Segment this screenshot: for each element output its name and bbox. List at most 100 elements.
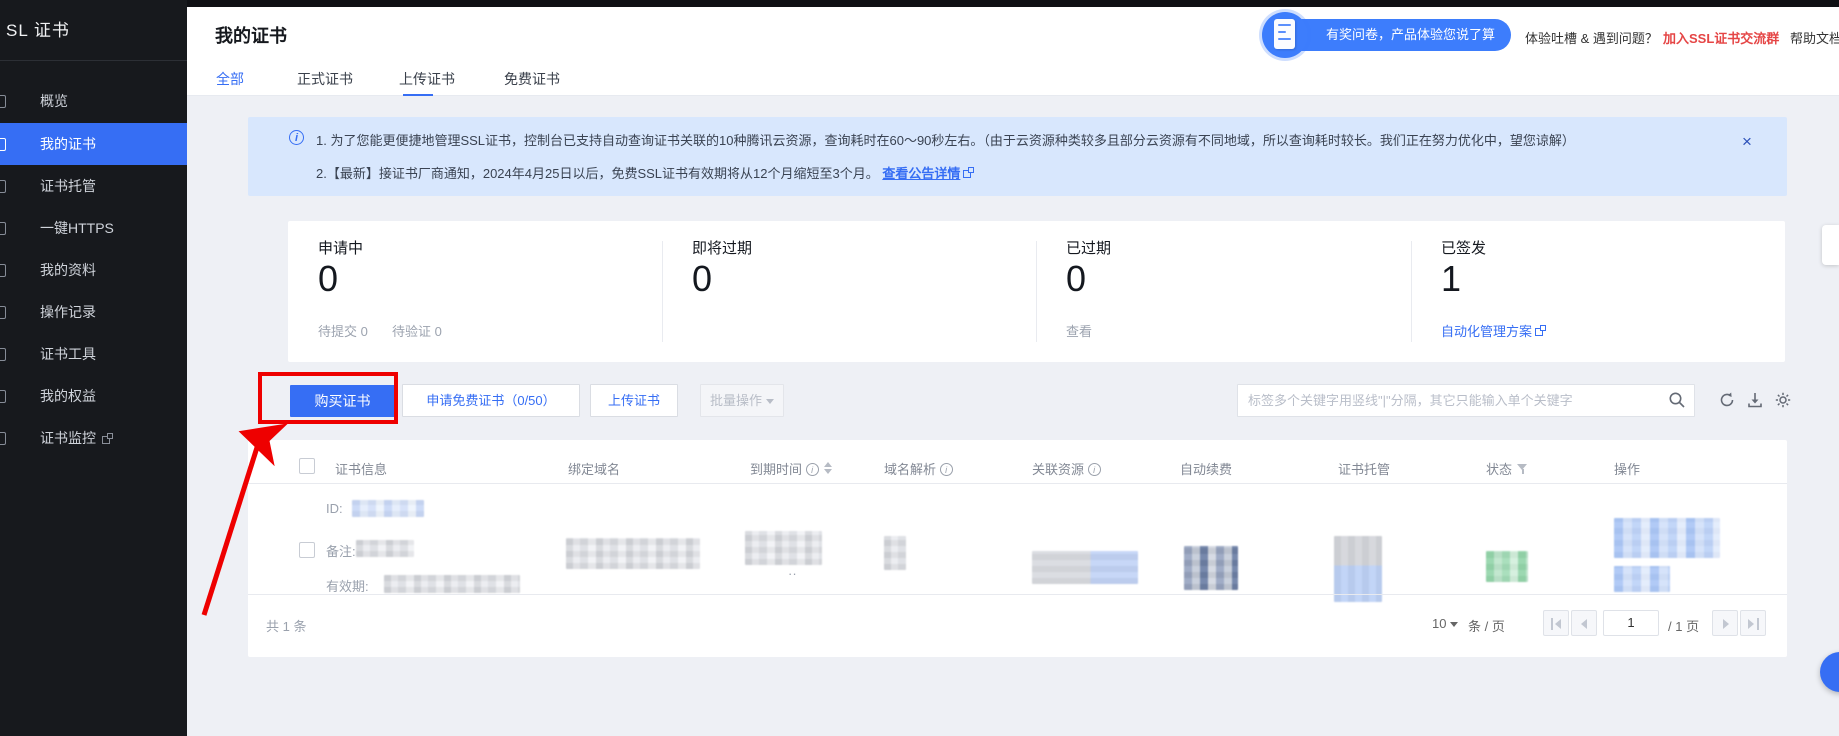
sort-icon[interactable] <box>824 462 832 474</box>
survey-button[interactable]: 有奖问卷，产品体验您说了算 <box>1284 19 1511 51</box>
join-group-link[interactable]: 加入SSL证书交流群 <box>1663 28 1779 47</box>
sidebar-item-my-certificates[interactable]: 我的证书 <box>0 123 187 165</box>
redacted-bound-domain <box>566 538 700 569</box>
download-icon[interactable] <box>1746 391 1764 409</box>
sidebar-item-label: 概览 <box>40 91 68 111</box>
benefits-icon <box>0 390 6 403</box>
sidebar-item-label: 我的权益 <box>40 386 96 406</box>
tab-free-certificates[interactable]: 免费证书 <box>504 69 560 89</box>
external-link-icon <box>102 433 113 444</box>
row-remark-label: 备注: <box>326 541 356 560</box>
stat-value-issued: 1 <box>1441 258 1461 300</box>
filter-funnel-icon[interactable] <box>1517 463 1528 474</box>
sidebar-item-cert-monitor[interactable]: 证书监控 <box>0 417 187 459</box>
announcement-link[interactable]: 查看公告详情 <box>882 166 960 181</box>
redacted-associated-resources <box>1032 551 1138 584</box>
row-checkbox[interactable] <box>299 542 315 558</box>
batch-operation-label: 批量操作 <box>710 393 762 408</box>
next-page-button[interactable] <box>1712 610 1738 636</box>
refresh-icon[interactable] <box>1718 391 1736 409</box>
col-cert-hosting: 证书托管 <box>1338 459 1390 478</box>
stat-label-applying: 申请中 <box>318 237 363 258</box>
sidebar-item-one-click-https[interactable]: 一键HTTPS <box>0 207 187 249</box>
view-expired-link[interactable]: 查看 <box>1066 321 1092 340</box>
sidebar-item-cert-tools[interactable]: 证书工具 <box>0 333 187 375</box>
hosting-icon <box>0 180 6 193</box>
sidebar-item-operation-log[interactable]: 操作记录 <box>0 291 187 333</box>
chevron-down-icon <box>1450 622 1458 627</box>
col-expire-time: 到期时间 i <box>750 459 832 478</box>
batch-operation-button[interactable]: 批量操作 <box>700 384 784 417</box>
sidebar-item-my-benefits[interactable]: 我的权益 <box>0 375 187 417</box>
banner-line-1: 1. 为了您能更便捷地管理SSL证书，控制台已支持自动查询证书关联的10种腾讯云… <box>316 130 1575 149</box>
log-icon <box>0 306 6 319</box>
top-strip <box>187 0 1839 7</box>
active-tab-underline <box>403 94 433 96</box>
col-domain-resolution: 域名解析 i <box>884 459 953 478</box>
banner-line-2: 2.【最新】接证书厂商通知，2024年4月25日以后，免费SSL证书有效期将从1… <box>316 163 974 182</box>
external-link-icon <box>963 167 974 178</box>
automation-plan-label: 自动化管理方案 <box>1441 324 1532 339</box>
stat-value-expiring: 0 <box>692 258 712 300</box>
redacted-remark <box>356 540 414 557</box>
stat-sub-pending-verify: 待验证 0 <box>392 321 442 340</box>
tab-all[interactable]: 全部 <box>216 69 244 89</box>
page-number-input[interactable]: 1 <box>1603 610 1659 636</box>
select-all-checkbox[interactable] <box>299 458 315 474</box>
info-icon[interactable]: i <box>1088 463 1101 476</box>
col-auto-renewal: 自动续费 <box>1180 459 1232 478</box>
sidebar-divider <box>0 60 187 61</box>
redacted-expire-time <box>745 531 822 565</box>
stats-divider <box>1411 241 1412 342</box>
upload-certificate-button[interactable]: 上传证书 <box>590 384 678 417</box>
sidebar-item-label: 一键HTTPS <box>40 218 114 238</box>
redacted-auto-renewal-toggle[interactable] <box>1184 546 1238 590</box>
col-cert-info: 证书信息 <box>335 459 387 478</box>
stat-label-expired: 已过期 <box>1066 237 1111 258</box>
redacted-domain-resolution <box>884 536 906 570</box>
last-page-button[interactable] <box>1740 610 1766 636</box>
redacted-cert-hosting <box>1334 536 1382 602</box>
sidebar-item-cert-hosting[interactable]: 证书托管 <box>0 165 187 207</box>
feedback-text: 体验吐槽 & 遇到问题？ <box>1525 28 1658 47</box>
row-validity-label: 有效期: <box>326 576 369 595</box>
stat-label-expiring: 即将过期 <box>692 237 752 258</box>
sidebar-item-overview[interactable]: 概览 <box>0 80 187 122</box>
sidebar-item-label: 证书工具 <box>40 344 96 364</box>
apply-free-certificate-button[interactable]: 申请免费证书（0/50） <box>402 384 580 417</box>
info-icon[interactable]: i <box>806 463 819 476</box>
stat-sub-pending-submit: 待提交 0 <box>318 321 368 340</box>
redacted-operation-link[interactable] <box>1614 566 1670 592</box>
sidebar-item-label: 证书监控 <box>40 428 96 448</box>
annotation-highlight-box <box>258 372 398 424</box>
redacted-operation-links[interactable] <box>1614 518 1720 558</box>
floating-help-button[interactable] <box>1820 652 1839 692</box>
banner-line-2-text: 2.【最新】接证书厂商通知，2024年4月25日以后，免费SSL证书有效期将从1… <box>316 166 879 181</box>
automation-plan-link[interactable]: 自动化管理方案 <box>1441 321 1546 340</box>
first-page-button[interactable] <box>1543 610 1569 636</box>
search-input[interactable] <box>1246 385 1656 416</box>
prev-page-button[interactable] <box>1571 610 1597 636</box>
tabs-bar: 全部 正式证书 上传证书 免费证书 <box>187 63 1839 96</box>
floating-side-widget[interactable] <box>1822 225 1839 265</box>
help-doc-link[interactable]: 帮助文档 <box>1790 28 1839 47</box>
row-id-label: ID: <box>326 501 343 516</box>
page-size-select[interactable]: 10 <box>1432 616 1458 631</box>
sidebar: SL 证书 概览 我的证书 证书托管 一键HTTPS 我的资料 操作记录 证书工… <box>0 0 187 736</box>
banner-close-icon[interactable]: × <box>1742 132 1752 152</box>
profile-icon <box>0 264 6 277</box>
notice-banner <box>248 117 1787 196</box>
search-icon[interactable] <box>1668 391 1686 409</box>
redacted-validity <box>384 575 520 593</box>
table-header-separator <box>248 483 1787 484</box>
survey-doc-icon[interactable] <box>1262 12 1308 58</box>
redacted-status-badge <box>1486 551 1528 582</box>
stats-divider <box>1036 241 1037 342</box>
sidebar-item-my-profile[interactable]: 我的资料 <box>0 249 187 291</box>
info-icon[interactable]: i <box>940 463 953 476</box>
sidebar-product-title: SL 证书 <box>6 16 70 41</box>
tab-paid-certificates[interactable]: 正式证书 <box>297 69 353 89</box>
tab-uploaded-certificates[interactable]: 上传证书 <box>399 69 455 89</box>
settings-gear-icon[interactable] <box>1774 391 1792 409</box>
total-pages-label: / 1 页 <box>1668 616 1699 635</box>
